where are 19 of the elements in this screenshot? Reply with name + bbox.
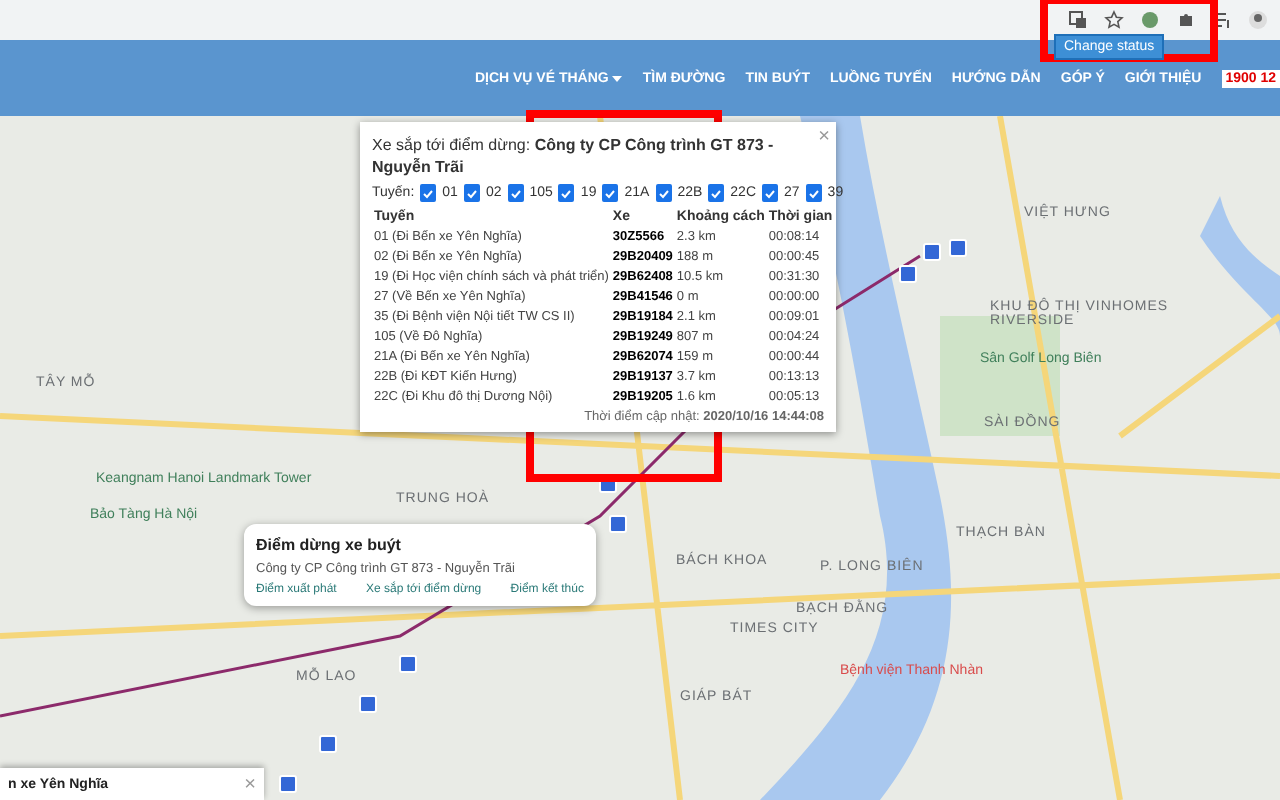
stop-title: Điểm dừng xe buýt (256, 536, 403, 554)
route-checkbox[interactable] (655, 184, 672, 202)
route-checkbox[interactable] (507, 184, 524, 202)
avatar-icon[interactable] (1248, 10, 1268, 30)
puzzle-icon[interactable] (1176, 10, 1196, 30)
queue-icon[interactable] (1212, 10, 1232, 30)
translate-icon[interactable] (1068, 10, 1088, 30)
close-button[interactable]: × (818, 126, 830, 148)
route-checkbox[interactable] (602, 184, 619, 202)
route-checkbox[interactable] (558, 184, 575, 202)
extension-icon[interactable] (1140, 10, 1160, 30)
route-checkbox[interactable] (762, 184, 778, 202)
close-button[interactable]: × (244, 773, 256, 795)
route-checkbox[interactable] (708, 184, 725, 202)
route-checkbox[interactable] (463, 184, 480, 202)
route-checkbox[interactable] (805, 184, 822, 202)
popup-title: Xe sắp tới điểm dừng: Công ty CP Công trình GT 873 - Nguyễn Trãi (372, 134, 776, 178)
star-icon[interactable] (1104, 10, 1124, 30)
route-checkbox[interactable] (420, 184, 437, 202)
